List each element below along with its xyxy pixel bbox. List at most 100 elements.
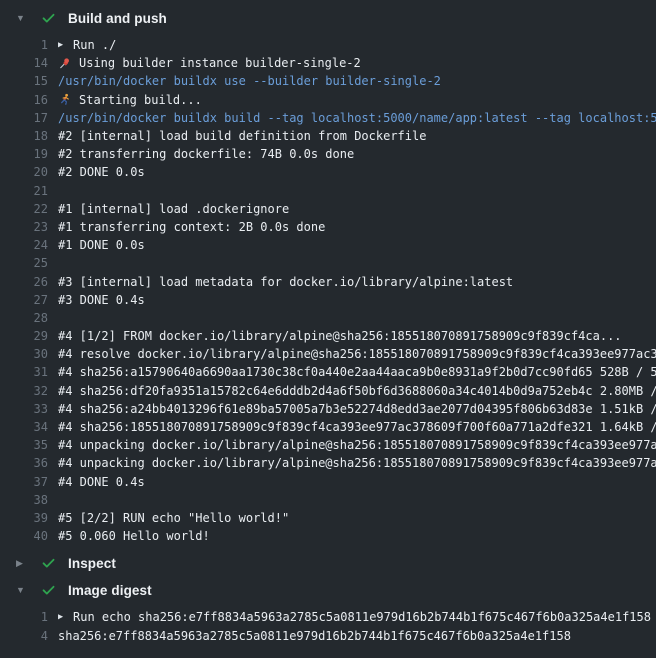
line-number[interactable]: 29 [0, 329, 48, 343]
line-content: sha256:e7ff8834a5963a2785c5a0811e979d16b… [48, 629, 656, 643]
log-line: 15 /usr/bin/docker buildx use --builder … [0, 72, 656, 90]
log-line: 32 #4 sha256:df20fa9351a15782c64e6dddb2d… [0, 382, 656, 400]
log-line: 25 [0, 254, 656, 272]
line-number[interactable]: 14 [0, 56, 48, 70]
check-icon [40, 11, 56, 27]
line-number[interactable]: 32 [0, 384, 48, 398]
line-content: #2 [internal] load build definition from… [48, 129, 656, 143]
line-number[interactable]: 4 [0, 629, 48, 643]
log-line: 31 #4 sha256:a15790640a6690aa1730c38cf0a… [0, 363, 656, 381]
line-content: #1 transferring context: 2B 0.0s done [48, 220, 656, 234]
step-section: ▼ Image digest 1 ▶Run echo sha256:e7ff88… [0, 577, 656, 649]
log-line: 19 #2 transferring dockerfile: 74B 0.0s … [0, 145, 656, 163]
line-number[interactable]: 25 [0, 256, 48, 270]
line-text: Run ./ [73, 38, 116, 52]
line-text: Starting build... [79, 93, 202, 107]
line-text: #1 [internal] load .dockerignore [58, 202, 289, 216]
line-text: #2 DONE 0.0s [58, 165, 145, 179]
line-content: #4 sha256:a15790640a6690aa1730c38cf0a440… [48, 365, 656, 379]
line-number[interactable]: 37 [0, 475, 48, 489]
line-content: Starting build... [48, 93, 656, 107]
line-number[interactable]: 30 [0, 347, 48, 361]
line-content: #4 sha256:a24bb4013296f61e89ba57005a7b3e… [48, 402, 656, 416]
line-text: #4 [1/2] FROM docker.io/library/alpine@s… [58, 329, 622, 343]
line-number[interactable]: 22 [0, 202, 48, 216]
line-content: Using builder instance builder-single-2 [48, 56, 656, 70]
log-line: 37 #4 DONE 0.4s [0, 473, 656, 491]
line-number[interactable]: 18 [0, 129, 48, 143]
line-number[interactable]: 36 [0, 456, 48, 470]
step-header[interactable]: ▼ Build and push [0, 5, 656, 32]
line-text: #4 resolve docker.io/library/alpine@sha2… [58, 347, 656, 361]
line-number[interactable]: 19 [0, 147, 48, 161]
line-number[interactable]: 20 [0, 165, 48, 179]
line-number[interactable]: 40 [0, 529, 48, 543]
log-line: 21 [0, 182, 656, 200]
line-text: /usr/bin/docker buildx build --tag local… [58, 111, 656, 125]
line-number[interactable]: 34 [0, 420, 48, 434]
log-line: 29 #4 [1/2] FROM docker.io/library/alpin… [0, 327, 656, 345]
line-number[interactable]: 21 [0, 184, 48, 198]
log-line: 4 sha256:e7ff8834a5963a2785c5a0811e979d1… [0, 626, 656, 644]
log-line: 14 Using builder instance builder-single… [0, 54, 656, 72]
log-line: 22 #1 [internal] load .dockerignore [0, 200, 656, 218]
log-line: 33 #4 sha256:a24bb4013296f61e89ba57005a7… [0, 400, 656, 418]
line-number[interactable]: 1 [0, 38, 48, 52]
log-line: 1 ▶Run echo sha256:e7ff8834a5963a2785c5a… [0, 608, 656, 626]
line-number[interactable]: 33 [0, 402, 48, 416]
log-line: 30 #4 resolve docker.io/library/alpine@s… [0, 345, 656, 363]
line-number[interactable]: 23 [0, 220, 48, 234]
step-log: 1 ▶Run ./ 14 Using builder instance buil… [0, 32, 656, 550]
chevron-down-icon[interactable]: ▼ [16, 14, 28, 23]
line-text: /usr/bin/docker buildx use --builder bui… [58, 74, 441, 88]
line-content: #4 sha256:df20fa9351a15782c64e6dddb2d4a6… [48, 384, 656, 398]
line-text: #4 sha256:185518070891758909c9f839cf4ca3… [58, 420, 656, 434]
line-text: #1 DONE 0.0s [58, 238, 145, 252]
log-line: 17 /usr/bin/docker buildx build --tag lo… [0, 109, 656, 127]
line-number[interactable]: 15 [0, 74, 48, 88]
line-content: #2 DONE 0.0s [48, 165, 656, 179]
expand-play-icon[interactable]: ▶ [58, 41, 73, 50]
line-content: #4 resolve docker.io/library/alpine@sha2… [48, 347, 656, 361]
line-content: #1 DONE 0.0s [48, 238, 656, 252]
line-text: #4 unpacking docker.io/library/alpine@sh… [58, 456, 656, 470]
line-text: #1 transferring context: 2B 0.0s done [58, 220, 325, 234]
log-line: 16 Starting build... [0, 91, 656, 109]
line-number[interactable]: 27 [0, 293, 48, 307]
log-line: 38 [0, 491, 656, 509]
expand-play-icon[interactable]: ▶ [58, 613, 73, 622]
log-line: 1 ▶Run ./ [0, 36, 656, 54]
line-number[interactable]: 38 [0, 493, 48, 507]
line-number[interactable]: 35 [0, 438, 48, 452]
line-text: Run echo sha256:e7ff8834a5963a2785c5a081… [73, 610, 651, 624]
line-content: #5 0.060 Hello world! [48, 529, 656, 543]
line-content: #3 DONE 0.4s [48, 293, 656, 307]
log-line: 36 #4 unpacking docker.io/library/alpine… [0, 454, 656, 472]
step-header[interactable]: ▶ Inspect [0, 550, 656, 577]
line-number[interactable]: 26 [0, 275, 48, 289]
log-line: 18 #2 [internal] load build definition f… [0, 127, 656, 145]
line-content: ▶Run echo sha256:e7ff8834a5963a2785c5a08… [48, 610, 656, 624]
line-content: #5 [2/2] RUN echo "Hello world!" [48, 511, 656, 525]
check-icon [40, 583, 56, 599]
line-content: #4 [1/2] FROM docker.io/library/alpine@s… [48, 329, 656, 343]
step-header[interactable]: ▼ Image digest [0, 577, 656, 604]
line-number[interactable]: 31 [0, 365, 48, 379]
line-number[interactable]: 28 [0, 311, 48, 325]
line-text: #3 DONE 0.4s [58, 293, 145, 307]
line-content: #4 sha256:185518070891758909c9f839cf4ca3… [48, 420, 656, 434]
line-number[interactable]: 16 [0, 93, 48, 107]
line-number[interactable]: 1 [0, 610, 48, 624]
line-number[interactable]: 39 [0, 511, 48, 525]
line-content: #1 [internal] load .dockerignore [48, 202, 656, 216]
line-number[interactable]: 24 [0, 238, 48, 252]
chevron-right-icon[interactable]: ▶ [16, 559, 28, 568]
line-number[interactable]: 17 [0, 111, 48, 125]
log-line: 26 #3 [internal] load metadata for docke… [0, 272, 656, 290]
line-text: #4 unpacking docker.io/library/alpine@sh… [58, 438, 656, 452]
log-line: 28 [0, 309, 656, 327]
line-content: #2 transferring dockerfile: 74B 0.0s don… [48, 147, 656, 161]
chevron-down-icon[interactable]: ▼ [16, 586, 28, 595]
workflow-log-viewer: ▼ Build and push 1 ▶Run ./ 14 Using buil… [0, 0, 656, 650]
line-text: #4 sha256:a24bb4013296f61e89ba57005a7b3e… [58, 402, 656, 416]
